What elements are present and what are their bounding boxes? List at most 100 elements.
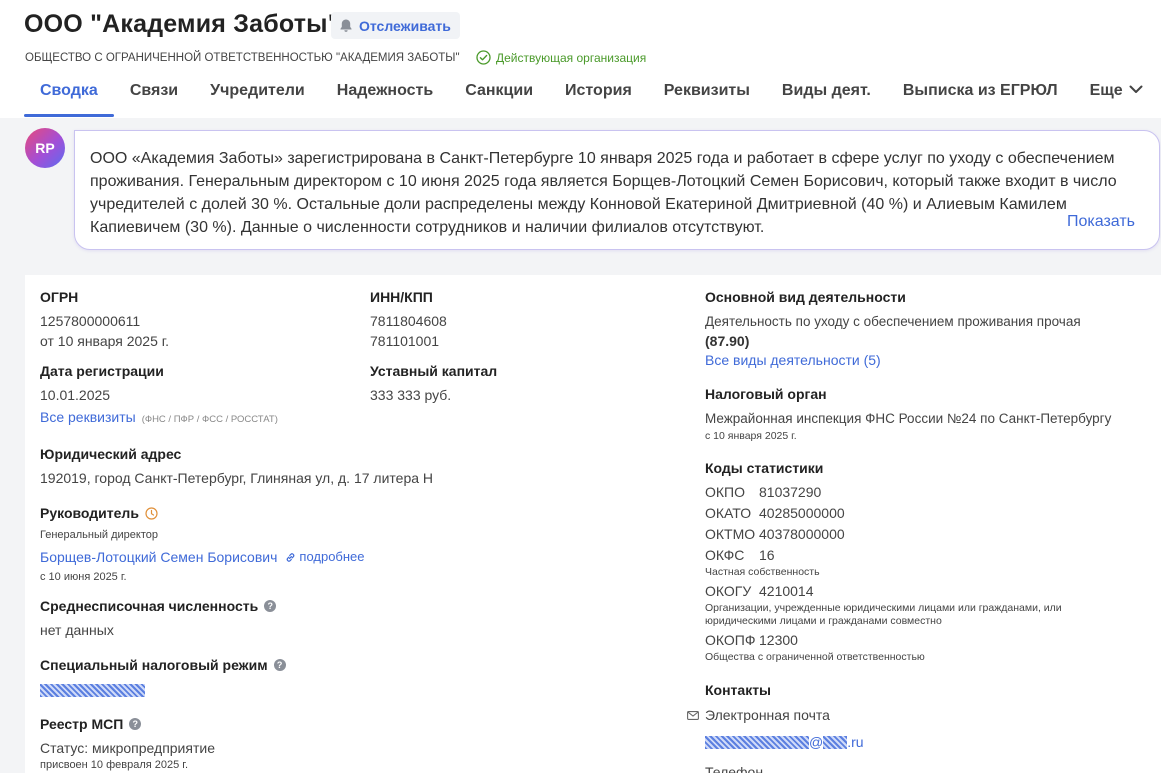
masked-value (40, 684, 145, 698)
okpo-row: ОКПО 81037290 (705, 482, 1145, 503)
company-full-name: ОБЩЕСТВО С ОГРАНИЧЕННОЙ ОТВЕТСТВЕННОСТЬЮ… (25, 52, 460, 64)
msp-label: Реестр МСП (40, 716, 124, 732)
okogu-row: ОКОГУ 4210014 (705, 581, 1145, 602)
bell-icon (340, 19, 352, 32)
tax-regime-label-row: Специальный налоговый режим ? (40, 656, 286, 674)
summary-text: ООО «Академия Заботы» зарегистрирована в… (90, 150, 1117, 236)
oktmo-row: ОКТМО 40378000000 (705, 524, 1145, 545)
tax-regime-hidden-value[interactable] (40, 682, 286, 700)
tax-regime-block: Специальный налоговый режим ? (40, 656, 286, 700)
stats-codes-block: Коды статистики ОКПО 81037290 ОКАТО 402850… (705, 459, 1145, 664)
check-circle-icon (476, 50, 491, 65)
okfs-row: ОКФС 16 (705, 545, 1145, 566)
employees-block: Среднесписочная численность ? нет данных (40, 597, 277, 640)
email-tld: .ru (847, 734, 864, 750)
capital-block: Уставный капитал 333 333 руб. (370, 362, 497, 405)
summary-bubble: ООО «Академия Заботы» зарегистрирована в… (74, 130, 1160, 250)
okato-row: ОКАТО 40285000000 (705, 503, 1145, 524)
activity-label: Основной вид деятельности (705, 289, 906, 305)
tab-egrul-extract[interactable]: Выписка из ЕГРЮЛ (887, 79, 1074, 117)
ogrn-label: ОГРН (40, 289, 79, 305)
registration-label: Дата регистрации (40, 363, 164, 379)
inn-value: 7811804608 (370, 313, 447, 329)
oktmo-key: ОКТМО (705, 526, 756, 542)
email-at: @ (809, 734, 824, 750)
employees-value: нет данных (40, 622, 114, 638)
tab-requisites[interactable]: Реквизиты (648, 79, 766, 117)
status-badge: Действующая организация (476, 50, 646, 65)
okopf-key: ОКОПФ (705, 632, 756, 648)
tab-reliability[interactable]: Надежность (321, 79, 449, 117)
capital-label: Уставный капитал (370, 363, 498, 379)
tab-founders[interactable]: Учредители (194, 79, 321, 117)
ogrn-block: ОГРН 1257800000611 от 10 января 2025 г. (40, 288, 169, 351)
tax-office-label: Налоговый орган (705, 386, 827, 402)
help-icon[interactable]: ? (273, 659, 286, 671)
registration-date: 10.01.2025 (40, 387, 111, 403)
address-block: Юридический адрес 192019, город Санкт-Пе… (40, 445, 433, 488)
email-label: Электронная почта (705, 707, 830, 723)
tab-more-label: Еще (1089, 82, 1123, 99)
all-activities-link[interactable]: Все виды деятельности (5) (705, 350, 1145, 370)
tab-links[interactable]: Связи (114, 79, 194, 117)
track-button[interactable]: Отслеживать (331, 12, 460, 39)
address-label: Юридический адрес (40, 446, 182, 462)
director-label-row: Руководитель (40, 504, 365, 522)
okato-key: ОКАТО (705, 505, 752, 521)
email-row: Электронная почта (687, 705, 1147, 725)
phone-label: Телефон (705, 764, 764, 773)
okpo-key: ОКПО (705, 484, 745, 500)
ogrn-date: от 10 января 2025 г. (40, 333, 170, 349)
okogu-note: Организации, учрежденные юридическими ли… (705, 602, 1062, 627)
masked-email-user (705, 735, 809, 749)
director-name-link[interactable]: Борщев-Лотоцкий Семен Борисович (40, 547, 277, 567)
tab-activities[interactable]: Виды деят. (766, 79, 887, 117)
okfs-note: Частная собственность (705, 566, 820, 578)
okogu-key: ОКОГУ (705, 583, 752, 599)
okpo-value: 81037290 (759, 484, 822, 500)
activity-value: Деятельность по уходу с обеспечением про… (705, 314, 1081, 329)
director-name-row: Борщев-Лотоцкий Семен Борисович подробне… (40, 547, 365, 567)
email-value[interactable]: @ .ru (705, 732, 1147, 752)
clock-icon[interactable] (145, 506, 158, 520)
tab-sanctions[interactable]: Санкции (449, 79, 549, 117)
all-requisites-row: Все реквизиты (ФНС / ПФР / ФСС / РОССТАТ) (40, 407, 278, 427)
envelope-icon (687, 710, 699, 720)
kpp-value: 781101001 (370, 333, 440, 349)
okato-value: 40285000000 (759, 505, 845, 521)
help-icon[interactable]: ? (264, 600, 277, 612)
tab-history[interactable]: История (549, 79, 648, 117)
okogu-value: 4210014 (759, 583, 814, 599)
page-title: ООО "Академия Заботы" (24, 10, 340, 38)
tax-regime-label: Специальный налоговый режим (40, 657, 268, 673)
masked-email-domain (823, 735, 848, 749)
avatar: RP (25, 128, 65, 168)
msp-assigned: присвоен 10 февраля 2025 г. (40, 759, 189, 771)
director-position: Генеральный директор (40, 529, 158, 541)
tax-office-value: Межрайонная инспекция ФНС России №24 по … (705, 411, 1112, 426)
okopf-note: Общества с ограниченной ответственностью (705, 651, 925, 663)
inn-kpp-label: ИНН/КПП (370, 289, 433, 305)
tab-more[interactable]: Еще (1074, 79, 1159, 117)
oktmo-value: 40378000000 (759, 526, 845, 542)
msp-status: Статус: микропредприятие (40, 740, 215, 756)
okopf-row: ОКОПФ 12300 (705, 630, 1145, 651)
activity-block: Основной вид деятельности Деятельность п… (705, 288, 1145, 370)
help-icon[interactable]: ? (129, 718, 142, 730)
stats-codes-label: Коды статистики (705, 460, 824, 476)
track-button-label: Отслеживать (359, 17, 451, 34)
all-requisites-link[interactable]: Все реквизиты (40, 409, 136, 425)
company-header: ООО "Академия Заботы" Отслеживать ОБЩЕСТ… (0, 0, 1161, 118)
inn-kpp-block: ИНН/КПП 7811804608 781101001 (370, 288, 447, 351)
capital-value: 333 333 руб. (370, 387, 452, 403)
director-more-link[interactable]: подробнее (299, 547, 364, 567)
okfs-key: ОКФС (705, 547, 745, 563)
show-more-link[interactable]: Показать (1056, 213, 1135, 231)
all-requisites-note: (ФНС / ПФР / ФСС / РОССТАТ) (141, 414, 278, 425)
msp-label-row: Реестр МСП ? (40, 715, 215, 733)
tab-summary[interactable]: Сводка (24, 79, 114, 117)
director-label: Руководитель (40, 505, 139, 521)
company-info-card: ОГРН 1257800000611 от 10 января 2025 г. … (25, 275, 1161, 773)
contacts-label: Контакты (705, 682, 772, 698)
registration-block: Дата регистрации 10.01.2025 Все реквизит… (40, 362, 278, 427)
